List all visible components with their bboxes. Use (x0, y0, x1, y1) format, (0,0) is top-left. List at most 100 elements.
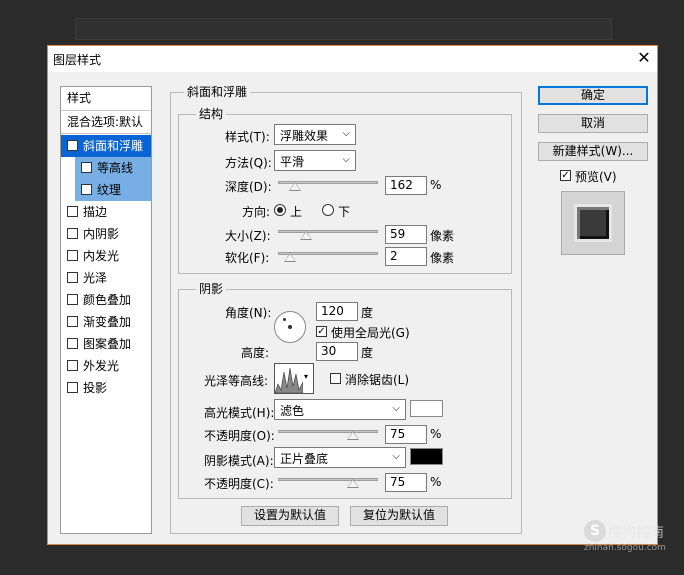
shadow-mode-select[interactable]: 正片叠底 ⌵ (274, 447, 406, 468)
styles-list: 样式 混合选项:默认 ✓ 斜面和浮雕 等高线 纹理 描边 内阴影 内发光 光泽 … (60, 86, 152, 534)
style-item-satin[interactable]: 光泽 (61, 267, 151, 289)
stroke-checkbox[interactable] (67, 206, 78, 217)
depth-input[interactable]: 162 (385, 176, 427, 195)
highlight-color-swatch[interactable] (410, 400, 443, 417)
highlight-opacity-unit: % (430, 427, 442, 441)
style-item-texture[interactable]: 纹理 (75, 179, 151, 201)
style-item-label: 渐变叠加 (83, 315, 132, 329)
highlight-opacity-slider-track[interactable] (278, 430, 378, 433)
size-label: 大小(Z): (225, 229, 271, 243)
styles-header[interactable]: 样式 (61, 87, 151, 109)
cancel-button[interactable]: 取消 (538, 114, 648, 133)
direction-down-radio[interactable] (322, 204, 334, 216)
inner-glow-checkbox[interactable] (67, 250, 78, 261)
color-overlay-checkbox[interactable] (67, 294, 78, 305)
style-item-label: 光泽 (83, 271, 108, 285)
gradient-overlay-checkbox[interactable] (67, 316, 78, 327)
close-icon[interactable]: ✕ (634, 48, 654, 68)
soften-input[interactable]: 2 (385, 247, 427, 266)
style-select[interactable]: 浮雕效果 ⌵ (274, 124, 356, 145)
depth-slider-thumb[interactable] (289, 182, 301, 191)
blending-options-label: 混合选项:默认 (67, 115, 144, 129)
style-item-drop-shadow[interactable]: 投影 (61, 377, 151, 399)
style-item-label: 纹理 (97, 183, 122, 197)
watermark-text: 搜狗指南 (608, 525, 664, 541)
highlight-mode-select[interactable]: 滤色 ⌵ (274, 399, 406, 420)
inner-shadow-checkbox[interactable] (67, 228, 78, 239)
style-item-label: 等高线 (97, 161, 134, 175)
depth-unit: % (430, 178, 442, 192)
style-item-label: 外发光 (83, 359, 120, 373)
structure-title: 结构 (196, 105, 227, 122)
direction-down-label: 下 (338, 205, 351, 219)
soften-unit: 像素 (430, 251, 455, 265)
highlight-opacity-input[interactable]: 75 (385, 425, 427, 444)
shadow-opacity-slider-thumb[interactable] (347, 479, 359, 488)
style-item-bevel-emboss[interactable]: ✓ 斜面和浮雕 (61, 135, 151, 157)
style-item-contour[interactable]: 等高线 (75, 157, 151, 179)
angle-dial-marker (283, 318, 286, 321)
background-window (75, 18, 612, 40)
reset-default-button[interactable]: 复位为默认值 (350, 506, 448, 526)
styles-header-label: 样式 (67, 91, 92, 105)
angle-dial-center (288, 325, 292, 329)
size-slider-track[interactable] (278, 230, 378, 233)
shadow-mode-label: 阴影模式(A): (204, 454, 274, 468)
watermark-url: zhinan.sogou.com (584, 543, 666, 553)
style-item-stroke[interactable]: 描边 (61, 201, 151, 223)
global-light-checkbox[interactable]: ✓ (316, 326, 327, 337)
angle-label: 角度(N): (225, 306, 272, 320)
pattern-overlay-checkbox[interactable] (67, 338, 78, 349)
blending-options-item[interactable]: 混合选项:默认 (61, 111, 151, 133)
technique-select[interactable]: 平滑 ⌵ (274, 150, 356, 171)
highlight-mode-value: 滤色 (280, 404, 305, 418)
angle-dial[interactable] (274, 311, 306, 343)
bevel-emboss-checkbox[interactable]: ✓ (67, 140, 78, 151)
direction-up-label: 上 (290, 205, 303, 219)
altitude-unit: 度 (361, 346, 374, 360)
ok-button[interactable]: 确定 (538, 86, 648, 105)
chevron-down-icon: ⌵ (392, 403, 400, 414)
chevron-down-icon: ▾ (304, 372, 309, 381)
style-item-label: 内阴影 (83, 227, 120, 241)
style-item-inner-glow[interactable]: 内发光 (61, 245, 151, 267)
size-input[interactable]: 59 (385, 225, 427, 244)
preview-label: 预览(V) (575, 170, 617, 184)
new-style-button[interactable]: 新建样式(W)... (538, 142, 648, 161)
style-item-label: 描边 (83, 205, 108, 219)
altitude-input[interactable]: 30 (316, 342, 358, 361)
preview-checkbox[interactable]: ✓ (560, 170, 571, 181)
shadow-opacity-slider-track[interactable] (278, 478, 378, 481)
style-item-pattern-overlay[interactable]: 图案叠加 (61, 333, 151, 355)
satin-checkbox[interactable] (67, 272, 78, 283)
shadow-opacity-input[interactable]: 75 (385, 473, 427, 492)
highlight-opacity-label: 不透明度(O): (204, 429, 275, 443)
size-slider-thumb[interactable] (300, 231, 312, 240)
style-item-label: 投影 (83, 381, 108, 395)
direction-up-radio[interactable] (274, 204, 286, 216)
gloss-contour-picker[interactable]: ▾ (274, 363, 314, 394)
direction-label: 方向: (242, 205, 271, 219)
antialias-checkbox[interactable] (330, 373, 341, 384)
highlight-opacity-slider-thumb[interactable] (347, 431, 359, 440)
make-default-button[interactable]: 设置为默认值 (241, 506, 339, 526)
style-item-color-overlay[interactable]: 颜色叠加 (61, 289, 151, 311)
contour-checkbox[interactable] (81, 162, 92, 173)
bevel-emboss-title: 斜面和浮雕 (184, 83, 251, 100)
angle-input[interactable]: 120 (316, 302, 358, 321)
soften-slider-thumb[interactable] (284, 253, 296, 262)
layer-style-dialog: 图层样式 ✕ 样式 混合选项:默认 ✓ 斜面和浮雕 等高线 纹理 描边 内阴影 … (47, 45, 658, 545)
divider (61, 133, 151, 134)
style-item-gradient-overlay[interactable]: 渐变叠加 (61, 311, 151, 333)
antialias-label: 消除锯齿(L) (345, 373, 410, 387)
style-item-label: 图案叠加 (83, 337, 132, 351)
outer-glow-checkbox[interactable] (67, 360, 78, 371)
altitude-label: 高度: (241, 346, 270, 360)
style-item-outer-glow[interactable]: 外发光 (61, 355, 151, 377)
style-item-inner-shadow[interactable]: 内阴影 (61, 223, 151, 245)
highlight-mode-label: 高光模式(H): (204, 406, 275, 420)
technique-select-value: 平滑 (280, 155, 305, 169)
texture-checkbox[interactable] (81, 184, 92, 195)
shadow-color-swatch[interactable] (410, 448, 443, 465)
drop-shadow-checkbox[interactable] (67, 382, 78, 393)
